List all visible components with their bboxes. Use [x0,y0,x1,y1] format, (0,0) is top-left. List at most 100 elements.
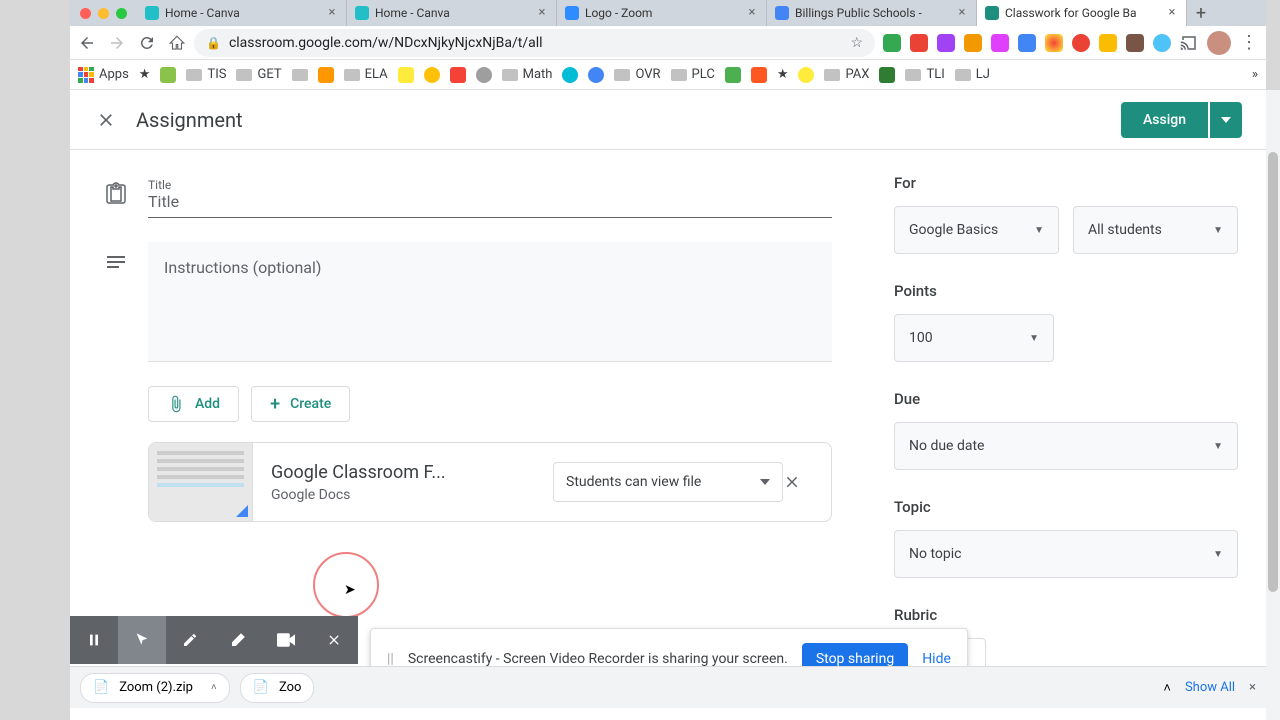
ext-icon[interactable] [883,34,901,52]
ext-icon[interactable] [1099,34,1117,52]
camera-button[interactable] [262,616,310,664]
tab-close-icon[interactable]: × [536,7,548,19]
title-label: Title [148,178,832,192]
home-button[interactable] [168,34,186,52]
create-button[interactable]: + Create [251,386,350,422]
tab-billings[interactable]: Billings Public Schools - × [767,0,977,26]
bookmark-folder[interactable]: LJ [955,67,990,82]
class-dropdown[interactable]: Google Basics ▼ [894,206,1059,254]
cast-icon[interactable] [1180,34,1198,52]
topic-label: Topic [894,498,1238,516]
star-icon[interactable]: ☆ [850,35,863,51]
students-value: All students [1088,222,1162,238]
bookmark[interactable] [450,67,466,83]
bookmark-folder[interactable]: GET [236,67,281,82]
profile-avatar[interactable] [1207,31,1231,55]
attach-icon [167,395,185,413]
chevron-up-icon[interactable]: ˄ [211,682,217,693]
forward-button[interactable] [108,34,126,52]
instructions-field[interactable]: Instructions (optional) [148,242,832,362]
tab-zoom[interactable]: Logo - Zoom × [557,0,767,26]
close-window[interactable] [80,8,91,19]
bookmark[interactable] [318,67,334,83]
back-button[interactable] [78,34,96,52]
bookmark-folder[interactable]: PAX [824,67,869,82]
ext-icon[interactable] [1126,34,1144,52]
bookmark-folder[interactable]: TLI [905,67,944,82]
browser-menu[interactable]: ⋮ [1240,32,1258,53]
ext-icon[interactable] [1045,34,1063,52]
tab-classroom[interactable]: Classwork for Google Ba × [977,0,1187,26]
tab-close-icon[interactable]: × [326,7,338,19]
bookmark[interactable] [424,67,440,83]
pause-button[interactable] [70,616,118,664]
add-button[interactable]: Add [148,386,239,422]
close-downloads-bar[interactable]: × [1249,680,1256,695]
bookmarks-overflow[interactable]: » [1252,67,1258,82]
address-bar[interactable]: 🔒 classroom.google.com/w/NDcxNjkyNjcxNjB… [194,29,875,57]
topic-dropdown[interactable]: No topic ▼ [894,530,1238,578]
tab-close-icon[interactable]: × [956,7,968,19]
ext-icon[interactable] [1018,34,1036,52]
maximize-window[interactable] [116,8,127,19]
permission-dropdown[interactable]: Students can view file [553,462,783,502]
bookmark[interactable] [160,67,176,83]
assign-dropdown[interactable] [1210,102,1242,138]
bookmark[interactable] [562,67,578,83]
download-item[interactable]: 📄 Zoom (2).zip ˄ [80,673,230,703]
pointer-button[interactable] [118,616,166,664]
hide-banner-button[interactable]: Hide [922,651,951,667]
chevron-down-icon: ▼ [1213,549,1223,560]
bookmark-folder[interactable]: ELA [344,67,388,82]
ext-icon[interactable] [910,34,928,52]
show-all-button[interactable]: Show All [1185,680,1235,695]
tab-canva-1[interactable]: Home - Canva × [137,0,347,26]
tab-close-icon[interactable]: × [1166,7,1178,19]
download-item[interactable]: 📄 Zoo [240,673,315,703]
attachment-thumbnail[interactable] [149,443,253,521]
reload-button[interactable] [138,34,156,52]
title-input[interactable] [148,192,832,211]
ext-icon[interactable] [991,34,1009,52]
ext-icon[interactable] [937,34,955,52]
eraser-button[interactable] [214,616,262,664]
bookmark-folder[interactable] [292,69,308,81]
students-dropdown[interactable]: All students ▼ [1073,206,1238,254]
bookmark-folder[interactable]: PLC [671,67,715,82]
bookmark[interactable] [476,67,492,83]
close-button[interactable] [94,108,118,132]
due-label: Due [894,390,1238,408]
scrollbar[interactable] [1268,152,1278,592]
tab-canva-2[interactable]: Home - Canva × [347,0,557,26]
tab-close-icon[interactable]: × [746,7,758,19]
bookmark-folder[interactable]: TIS [186,67,226,82]
favicon-icon [565,6,579,20]
bookmark[interactable]: ★ [777,67,789,82]
bookmark[interactable] [725,67,741,83]
chevron-up-icon[interactable]: ˄ [1163,680,1171,696]
bookmark-folder[interactable]: OVR [614,67,660,82]
bookmark[interactable] [398,67,414,83]
attachment-title: Google Classroom F... [271,462,535,483]
bookmark[interactable] [588,67,604,83]
close-toolbar-button[interactable] [310,616,358,664]
due-dropdown[interactable]: No due date ▼ [894,422,1238,470]
assign-button[interactable]: Assign [1121,102,1208,138]
ext-icon[interactable] [1072,34,1090,52]
new-tab-button[interactable]: + [1187,0,1215,26]
points-dropdown[interactable]: 100 ▼ [894,314,1054,362]
bookmark[interactable] [879,67,895,83]
bookmark[interactable] [751,67,767,83]
ext-icon[interactable] [964,34,982,52]
title-field[interactable]: Title [148,174,832,218]
attachment-info[interactable]: Google Classroom F... Google Docs [253,462,553,503]
bookmark[interactable] [798,67,814,83]
bookmark[interactable]: ★ [139,67,151,82]
apps-button[interactable]: Apps [78,67,129,83]
ext-icon[interactable] [1153,34,1171,52]
lock-icon: 🔒 [206,36,221,50]
remove-attachment[interactable] [783,473,831,491]
pen-button[interactable] [166,616,214,664]
bookmark-folder[interactable]: Math [502,67,553,82]
minimize-window[interactable] [98,8,109,19]
